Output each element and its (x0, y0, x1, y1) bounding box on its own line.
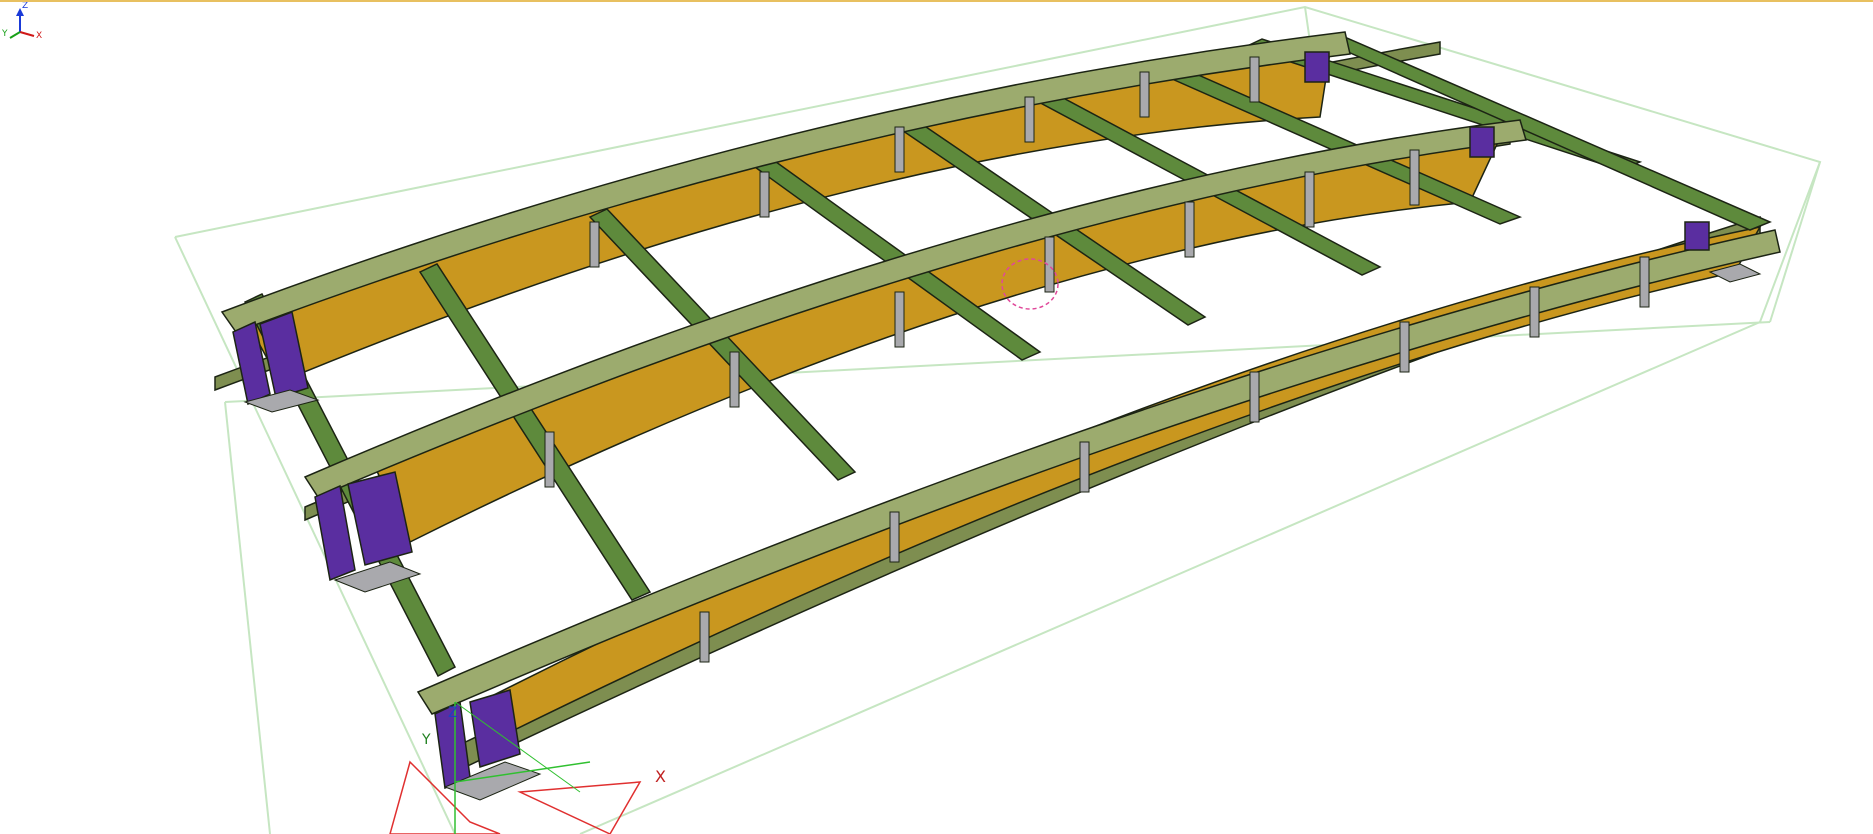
axis-label-z: Z (448, 705, 458, 721)
view-triad-z: Z (22, 2, 28, 11)
girder-webs (248, 51, 1762, 738)
view-triad-y: Y (1, 29, 8, 39)
view-orientation-triad[interactable]: Z X Y (0, 2, 50, 52)
axis-label-x: X (655, 767, 666, 786)
view-triad-x: X (36, 31, 42, 41)
axis-label-y: Y (421, 732, 431, 748)
3d-viewport[interactable]: X Y Z Z X Y (0, 2, 1873, 834)
bridge-model[interactable]: X Y Z (0, 2, 1873, 834)
